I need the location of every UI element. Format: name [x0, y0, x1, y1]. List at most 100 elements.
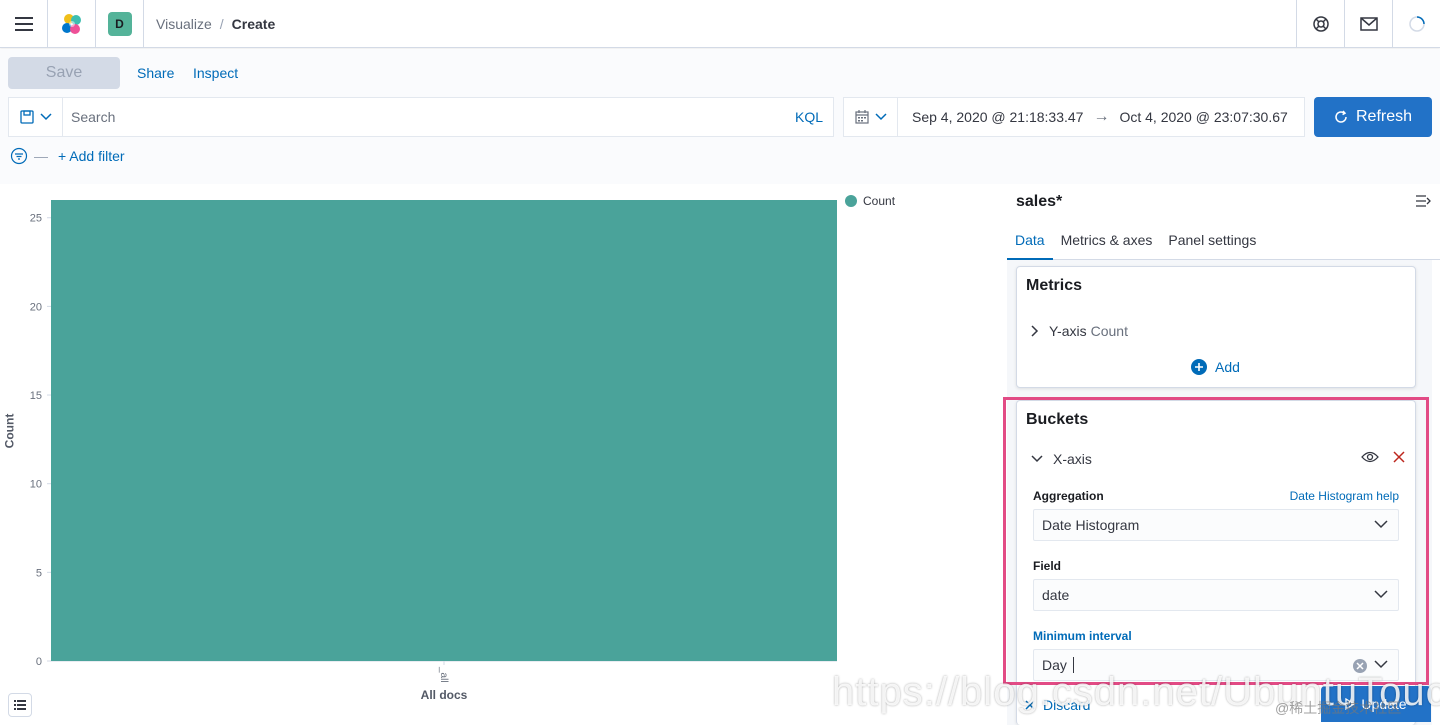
top-nav: Save Share Inspect Search KQL Sep 4, 202… [0, 49, 1440, 184]
metrics-title: Metrics [1026, 277, 1083, 294]
date-arrow-icon: → [1093, 108, 1110, 125]
clear-icon[interactable] [1352, 658, 1368, 674]
saved-query-button[interactable] [9, 98, 63, 136]
eye-icon[interactable] [1361, 451, 1379, 463]
save-disk-icon [19, 110, 34, 124]
app-header: D Visualize / Create [0, 0, 1440, 48]
y-axis-agg-row[interactable]: Y-axis Count [1031, 313, 1411, 349]
add-metric-button[interactable]: Add [1191, 359, 1240, 375]
cross-icon [1025, 699, 1035, 710]
interval-value: Day [1042, 657, 1067, 673]
y-tick-label: 10 [30, 479, 42, 491]
date-picker: Sep 4, 2020 @ 21:18:33.47 → Oct 4, 2020 … [843, 97, 1305, 137]
text-caret [1072, 657, 1074, 673]
update-button[interactable]: Update [1321, 686, 1431, 722]
chevron-down-icon [1374, 590, 1388, 599]
chevron-down-icon[interactable] [1031, 455, 1043, 463]
space-avatar: D [107, 11, 132, 36]
y-tick-label: 25 [30, 213, 42, 225]
x-axis-agg-row[interactable]: X-axis [1031, 451, 1411, 467]
chart-area: 0 5 10 15 20 25 _all Count Count All docs [0, 184, 1000, 725]
chevron-down-icon [1374, 520, 1388, 529]
aggregation-value: Date Histogram [1042, 517, 1140, 533]
tab-data[interactable]: Data [1007, 228, 1053, 260]
hamburger-icon [14, 16, 33, 31]
y-tick-label: 15 [30, 390, 42, 402]
close-icon[interactable] [1393, 451, 1405, 463]
kql-toggle[interactable]: KQL [795, 109, 833, 125]
editor-tabs: Data Metrics & axes Panel settings [1007, 228, 1440, 260]
end-date[interactable]: Oct 4, 2020 @ 23:07:30.67 [1119, 109, 1287, 125]
chevron-down-icon [874, 113, 887, 121]
legend-toggle-button[interactable] [8, 693, 32, 717]
elastic-logo[interactable] [48, 0, 96, 48]
share-link[interactable]: Share [137, 65, 174, 81]
x-axis-title: All docs [420, 688, 468, 702]
legend-color-swatch[interactable] [845, 195, 857, 207]
newsfeed-button[interactable] [1344, 0, 1392, 48]
tab-panel-settings[interactable]: Panel settings [1160, 228, 1264, 260]
help-icon [1312, 16, 1329, 32]
x-tick-label: _all [438, 666, 449, 683]
field-select[interactable]: date [1033, 579, 1399, 611]
filter-divider: — [34, 148, 48, 164]
editor-sidebar: sales* Data Metrics & axes Panel setting… [1007, 184, 1440, 725]
breadcrumb-visualize[interactable]: Visualize [156, 16, 212, 32]
interval-label: Minimum interval [1033, 629, 1132, 643]
elastic-logo-icon [61, 13, 81, 34]
interval-input[interactable]: Day [1033, 649, 1399, 681]
bar-all[interactable] [51, 200, 837, 661]
filter-icon[interactable] [10, 147, 28, 165]
discard-label: Discard [1043, 696, 1091, 713]
buckets-card: Buckets X-axis Aggregation Date Histogra… [1016, 400, 1416, 725]
y-axis-title: Count [2, 413, 17, 449]
help-button[interactable] [1296, 0, 1344, 48]
y-axis-agg-desc: Count [1090, 323, 1128, 339]
start-date[interactable]: Sep 4, 2020 @ 21:18:33.47 [912, 109, 1083, 125]
chevron-down-icon [1374, 660, 1388, 669]
editor-footer: Discard Update [1015, 684, 1432, 725]
query-bar: Search KQL [8, 97, 834, 137]
y-tick-label: 5 [36, 567, 42, 579]
refresh-button[interactable]: Refresh [1314, 97, 1432, 137]
space-selector[interactable]: D [96, 0, 144, 48]
filter-bar: — + Add filter [10, 147, 125, 165]
breadcrumb-separator: / [219, 15, 224, 32]
add-filter-button[interactable]: + Add filter [58, 148, 125, 164]
y-tick-label: 20 [30, 301, 42, 313]
x-axis-agg-title: X-axis [1053, 451, 1092, 467]
chevron-right-icon[interactable] [1031, 325, 1039, 337]
chevron-down-icon [39, 113, 52, 121]
play-icon [1345, 698, 1356, 710]
list-icon [14, 700, 26, 710]
buckets-title: Buckets [1026, 411, 1089, 428]
aggregation-help-link[interactable]: Date Histogram help [1290, 489, 1399, 503]
refresh-label: Refresh [1355, 108, 1413, 125]
refresh-icon [1335, 110, 1347, 123]
aggregation-select[interactable]: Date Histogram [1033, 509, 1399, 541]
quick-select-button[interactable] [844, 98, 898, 136]
breadcrumb-create: Create [231, 15, 276, 32]
update-label: Update [1361, 696, 1407, 712]
aggregation-label: Aggregation [1033, 489, 1104, 503]
loading-spinner-icon [1408, 16, 1425, 32]
menu-button[interactable] [0, 0, 48, 48]
metrics-card: Metrics Y-axis Count Add [1016, 266, 1416, 388]
discard-button[interactable]: Discard [1025, 697, 1090, 713]
user-menu-button[interactable] [1392, 0, 1440, 48]
breadcrumb: Visualize / Create [144, 16, 275, 32]
y-axis-agg-title: Y-axis [1049, 323, 1087, 339]
collapse-panel-icon[interactable] [1416, 195, 1432, 207]
mail-icon [1359, 17, 1378, 31]
chart-legend: Count [845, 194, 895, 208]
index-pattern-title: sales* [1016, 193, 1063, 210]
legend-label[interactable]: Count [863, 194, 895, 208]
inspect-link[interactable]: Inspect [193, 65, 238, 81]
bar-chart: 0 5 10 15 20 25 _all [30, 200, 837, 683]
save-button[interactable]: Save [8, 57, 120, 89]
y-tick-label: 0 [36, 656, 42, 668]
field-label: Field [1033, 559, 1062, 573]
search-input[interactable]: Search [63, 109, 795, 125]
add-metric-label: Add [1215, 359, 1240, 375]
tab-metrics-axes[interactable]: Metrics & axes [1053, 228, 1161, 260]
